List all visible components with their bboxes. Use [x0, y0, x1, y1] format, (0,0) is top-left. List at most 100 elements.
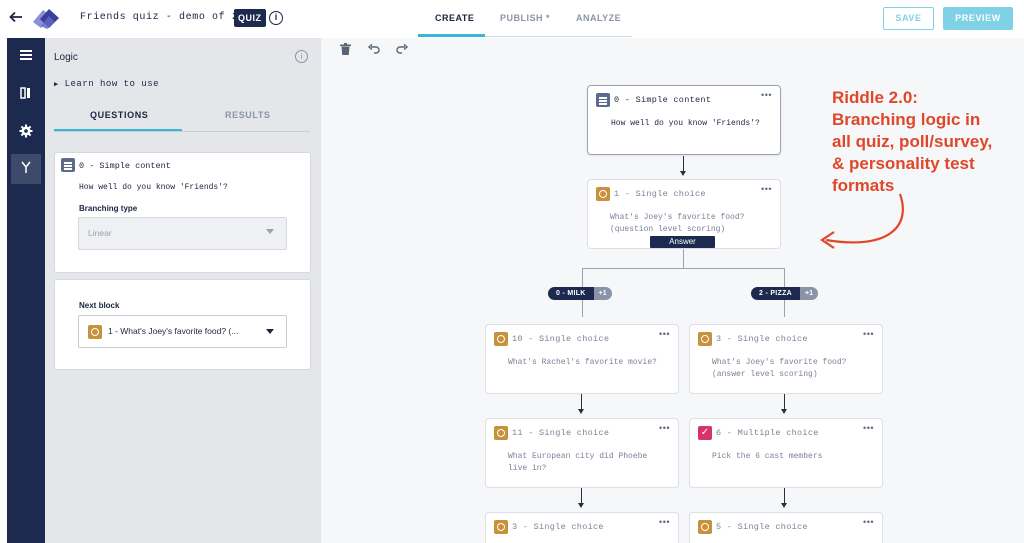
block-settings-card: 0 - Simple content How well do you know …: [54, 152, 311, 273]
tab-publish[interactable]: PUBLISH *: [500, 13, 550, 23]
panel-info-icon[interactable]: i: [295, 50, 308, 63]
more-options-icon[interactable]: •••: [659, 517, 670, 527]
more-options-icon[interactable]: •••: [659, 329, 670, 339]
connector-arrow-icon: [578, 409, 584, 414]
redo-icon[interactable]: [396, 43, 409, 57]
flow-node-0[interactable]: 0 - Simple content ••• How well do you k…: [587, 85, 781, 155]
left-rail: [7, 38, 45, 543]
save-button[interactable]: SAVE: [883, 7, 934, 30]
block-title: 0 - Simple content: [79, 161, 171, 171]
block-question: How well do you know 'Friends'?: [79, 183, 228, 192]
single-choice-icon: [494, 426, 508, 440]
connector-arrow-icon: [578, 503, 584, 508]
connector-line: [784, 394, 785, 410]
panel-tabs-divider: [54, 131, 310, 132]
next-block-select[interactable]: 1 - What's Joey's favorite food? (...: [78, 315, 287, 348]
logic-icon[interactable]: [11, 154, 41, 184]
branch-pill-pizza[interactable]: 2 - PIZZA +1: [751, 287, 819, 300]
design-icon[interactable]: [11, 80, 41, 110]
connector-line: [683, 249, 684, 268]
top-bar: Friends quiz - demo of 2.0 QUIZ i CREATE…: [0, 0, 1024, 38]
more-options-icon[interactable]: •••: [863, 517, 874, 527]
riddle-logo-icon[interactable]: [31, 6, 61, 30]
single-choice-icon: [698, 520, 712, 534]
flow-node-10[interactable]: 10 - Single choice ••• What's Rachel's f…: [485, 324, 679, 394]
info-icon[interactable]: i: [269, 11, 283, 25]
more-options-icon[interactable]: •••: [863, 329, 874, 339]
logic-canvas[interactable]: 0 - Simple content ••• How well do you k…: [321, 38, 1024, 543]
node-body: How well do you know 'Friends'?: [611, 119, 760, 128]
single-choice-icon: [88, 325, 102, 339]
node-body: What's Joey's favorite food? (question l…: [610, 213, 745, 234]
learn-how-to-use-link[interactable]: ▶ Learn how to use: [54, 79, 159, 89]
node-title: 10 - Single choice: [512, 334, 610, 344]
next-block-card: Next block 1 - What's Joey's favorite fo…: [54, 279, 311, 370]
back-arrow-icon[interactable]: [8, 9, 26, 27]
flow-node-6[interactable]: ✓ 6 - Multiple choice ••• Pick the 6 cas…: [689, 418, 883, 488]
node-body: Pick the 6 cast members: [712, 452, 823, 461]
node-title: 1 - Single choice: [614, 189, 706, 199]
next-block-label: Next block: [79, 301, 120, 310]
panel-title: Logic: [54, 52, 78, 63]
node-body: What's Joey's favorite food? (answer lev…: [712, 358, 847, 379]
branching-type-label: Branching type: [79, 204, 138, 213]
chevron-down-icon: [266, 229, 274, 234]
branching-type-select[interactable]: Linear: [78, 217, 287, 250]
trash-icon[interactable]: [340, 43, 351, 58]
connector-arrow-icon: [781, 409, 787, 414]
undo-icon[interactable]: [367, 43, 380, 57]
connector-line: [581, 394, 582, 410]
more-options-icon[interactable]: •••: [761, 184, 772, 194]
next-block-value: 1 - What's Joey's favorite food? (...: [108, 326, 239, 336]
quiz-type-badge: QUIZ: [234, 9, 266, 27]
branch-pill-milk[interactable]: 0 - MILK +1: [548, 287, 612, 300]
flow-node-5[interactable]: 5 - Single choice •••: [689, 512, 883, 543]
annotation-callout: Riddle 2.0: Branching logic in all quiz,…: [832, 88, 993, 195]
node-title: 3 - Single choice: [512, 522, 604, 532]
answer-tag: Answer: [650, 236, 715, 248]
single-choice-icon: [494, 520, 508, 534]
quiz-title[interactable]: Friends quiz - demo of 2.0: [80, 12, 252, 23]
simple-content-icon: [596, 93, 610, 107]
active-tab-indicator: [418, 34, 485, 37]
node-title: 3 - Single choice: [716, 334, 808, 344]
flow-node-3b[interactable]: 3 - Single choice •••: [485, 512, 679, 543]
more-options-icon[interactable]: •••: [659, 423, 670, 433]
connector-line: [582, 268, 583, 287]
preview-button[interactable]: PREVIEW: [943, 7, 1013, 30]
branch-line: [582, 268, 784, 269]
branching-type-value: Linear: [88, 228, 112, 238]
single-choice-icon: [698, 332, 712, 346]
flow-node-11[interactable]: 11 - Single choice ••• What European cit…: [485, 418, 679, 488]
node-title: 11 - Single choice: [512, 428, 610, 438]
node-body: What's Rachel's favorite movie?: [508, 358, 657, 367]
connector-arrow-icon: [781, 503, 787, 508]
tab-analyze[interactable]: ANALYZE: [576, 13, 621, 23]
connector-arrow-icon: [680, 171, 686, 176]
connector-line: [784, 268, 785, 287]
tab-questions[interactable]: QUESTIONS: [90, 110, 148, 120]
chevron-down-icon: [266, 329, 274, 334]
checkbox-icon: ✓: [698, 426, 712, 440]
annotation-arrow-icon: [820, 193, 904, 249]
node-body: What European city did Phoebe live in?: [508, 452, 648, 473]
node-title: 0 - Simple content: [614, 95, 712, 105]
connector-line: [582, 300, 583, 317]
more-options-icon[interactable]: •••: [761, 90, 772, 100]
connector-line: [683, 156, 684, 172]
connector-line: [784, 300, 785, 317]
connector-line: [784, 488, 785, 504]
tab-results[interactable]: RESULTS: [225, 110, 271, 120]
logic-panel: Logic i ▶ Learn how to use QUESTIONS RES…: [45, 38, 321, 543]
panel-active-tab-indicator: [54, 129, 182, 131]
more-options-icon[interactable]: •••: [863, 423, 874, 433]
single-choice-icon: [596, 187, 610, 201]
simple-content-icon: [61, 158, 75, 172]
connector-line: [581, 488, 582, 504]
node-title: 6 - Multiple choice: [716, 428, 819, 438]
tab-create[interactable]: CREATE: [435, 13, 474, 23]
blocks-icon[interactable]: [11, 42, 41, 72]
settings-icon[interactable]: [11, 118, 41, 148]
flow-node-3[interactable]: 3 - Single choice ••• What's Joey's favo…: [689, 324, 883, 394]
caret-right-icon: ▶: [54, 81, 59, 89]
